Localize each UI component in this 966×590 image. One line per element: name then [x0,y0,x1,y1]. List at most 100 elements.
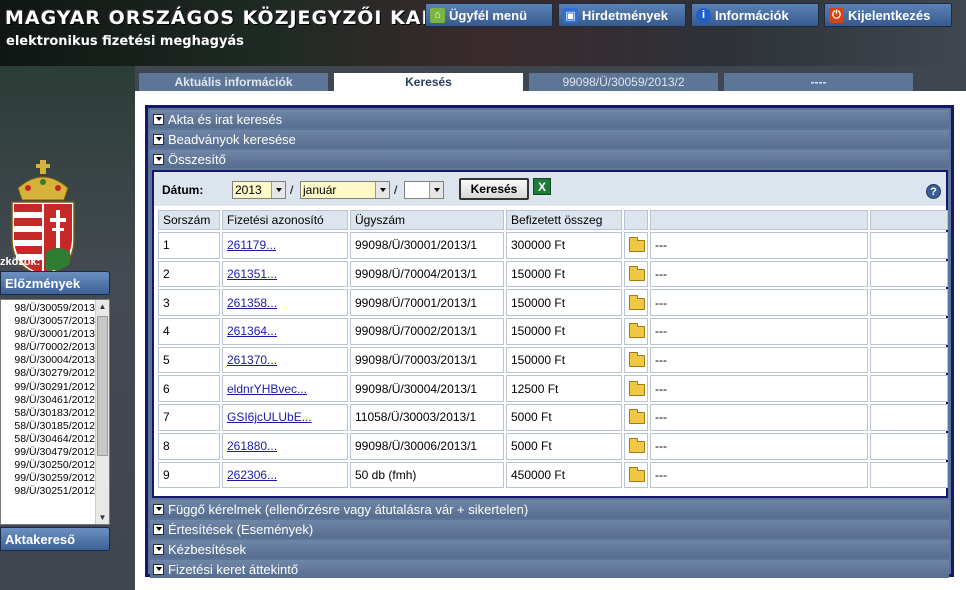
scroll-thumb[interactable] [97,316,108,456]
note-cell: --- [650,289,868,317]
case-number-cell: 99098/Ü/70001/2013/1 [350,289,504,317]
payment-id-cell: 261880... [222,432,348,460]
table-row: 3 261358... 99098/Ü/70001/2013/1 150000 Ft -… [158,289,948,317]
payment-id-link[interactable]: GSI6jcULUbE... [227,410,312,424]
year-value: 2013 [235,183,262,197]
year-select[interactable]: 2013 [232,181,286,199]
payment-id-link[interactable]: 262306... [227,468,277,482]
col-header-number: Sorszám [158,210,220,230]
tab-case-number[interactable]: 99098/Ü/30059/2013/2 [529,73,718,91]
folder-cell [624,289,648,317]
payment-id-cell: GSI6jcULUbE... [222,404,348,431]
history-item[interactable]: 98/Ü/30279/2012 [1,367,97,380]
folder-icon[interactable] [629,351,645,367]
month-select[interactable]: január [300,181,390,199]
table-row: 8 261880... 99098/Ü/30006/2013/1 5000 Ft --- [158,432,948,460]
folder-icon[interactable] [629,437,645,453]
history-item[interactable]: 99/Ü/30259/2012 [1,472,97,485]
history-item[interactable]: 99/Ü/30291/2012 [1,381,97,394]
empty-cell [870,346,948,374]
case-number-cell: 99098/Ü/30001/2013/1 [350,232,504,259]
case-finder-button[interactable]: Aktakereső [0,527,110,551]
table-row: 9 262306... 50 db (fmh) 450000 Ft --- [158,461,948,489]
history-item[interactable]: 98/Ü/30057/2013 [1,315,97,328]
main-content: Akta és irat keresés Beadványok keresése… [135,91,966,590]
payment-id-link[interactable]: 261880... [227,439,277,453]
tab-current-info[interactable]: Aktuális információk [139,73,328,91]
tab-search[interactable]: Keresés [334,73,523,91]
payment-id-link[interactable]: 261351... [227,267,277,281]
payment-id-link[interactable]: eldnrYHBvec... [227,382,307,396]
history-item[interactable]: 58/Ü/30464/2012 [1,433,97,446]
history-list[interactable]: 98/Ü/30059/2013 98/Ü/30057/2013 98/Ü/30001… [0,299,110,525]
accordion-summary[interactable]: Összesítő [150,150,949,168]
col-header-paid-amount: Befizetett összeg [506,210,622,230]
accordion-document-search[interactable]: Akta és irat keresés [150,110,949,128]
sidebar: zközök: Előzmények 98/Ü/30059/2013 98/Ü/3… [0,66,135,590]
row-number: 7 [158,404,220,431]
scroll-up-icon[interactable]: ▲ [96,300,109,313]
payments-table-wrap: Sorszám Fizetési azonosító Ügyszám Befiz… [156,208,948,490]
logout-button[interactable]: ⏻ Kijelentkezés [824,3,952,27]
header: MAGYAR ORSZÁGOS KÖZJEGYZŐI KAMARA elektr… [0,0,966,66]
history-item[interactable]: 98/Ü/30004/2013 [1,354,97,367]
history-item[interactable]: 98/Ü/30251/2012 [1,485,97,498]
logout-label: Kijelentkezés [848,7,931,23]
history-item[interactable]: 98/Ü/70002/2013 [1,341,97,354]
paid-amount-cell: 150000 Ft [506,346,622,374]
note-cell: --- [650,346,868,374]
payment-id-link[interactable]: 261370... [227,353,277,367]
information-button[interactable]: i Információk [691,3,819,27]
history-item[interactable]: 58/Ü/30185/2012 [1,420,97,433]
day-select[interactable] [404,181,444,199]
accordion-notifications[interactable]: Értesítések (Események) [150,520,949,538]
accordion-label: Fizetési keret áttekintő [168,561,299,577]
col-header-payment-id: Fizetési azonosító [222,210,348,230]
history-item[interactable]: 99/Ü/30479/2012 [1,446,97,459]
row-number: 1 [158,232,220,259]
folder-cell [624,232,648,259]
folder-cell [624,432,648,460]
case-number-cell: 99098/Ü/30004/2013/1 [350,375,504,403]
history-item[interactable]: 58/Ü/30183/2012 [1,407,97,420]
note-cell: --- [650,318,868,345]
history-scrollbar[interactable]: ▲ ▼ [95,300,109,524]
accordion-payment-limit[interactable]: Fizetési keret áttekintő [150,560,949,578]
folder-icon[interactable] [629,265,645,281]
expand-arrow-icon [153,113,164,125]
history-item[interactable]: 98/Ü/30461/2012 [1,394,97,407]
case-number-cell: 99098/Ü/70004/2013/1 [350,260,504,288]
folder-icon[interactable] [629,294,645,310]
tab-empty[interactable]: ---- [724,73,913,91]
announcements-label: Hirdetmények [582,7,668,23]
payment-id-link[interactable]: 261364... [227,324,277,338]
folder-icon[interactable] [629,466,645,482]
history-item[interactable]: 99/Ü/30250/2012 [1,459,97,472]
announcements-button[interactable]: ▣ Hirdetmények [558,3,686,27]
empty-cell [870,375,948,403]
case-number-cell: 50 db (fmh) [350,461,504,489]
help-icon[interactable]: ? [926,184,941,199]
accordion-deliveries[interactable]: Kézbesítések [150,540,949,558]
folder-icon[interactable] [629,380,645,396]
folder-icon[interactable] [629,323,645,339]
history-item[interactable]: 98/Ü/30001/2013 [1,328,97,341]
history-button[interactable]: Előzmények [0,271,110,295]
paid-amount-cell: 150000 Ft [506,289,622,317]
paid-amount-cell: 450000 Ft [506,461,622,489]
accordion-pending-requests[interactable]: Függő kérelmek (ellenőrzésre vagy átutal… [150,500,949,518]
date-filter-bar: Dátum: 2013 / január / Keresés X ? [154,172,946,206]
client-menu-button[interactable]: ⌂ Ügyfél menü [425,3,553,27]
expand-arrow-icon [153,503,164,515]
folder-icon[interactable] [629,409,645,425]
excel-export-icon[interactable]: X [533,178,551,195]
accordion-submissions-search[interactable]: Beadványok keresése [150,130,949,148]
date-separator: / [394,183,398,197]
search-button[interactable]: Keresés [459,178,529,200]
payment-id-link[interactable]: 261358... [227,296,277,310]
payment-id-link[interactable]: 261179... [227,238,276,252]
folder-icon[interactable] [629,237,645,253]
scroll-down-icon[interactable]: ▼ [96,511,109,524]
note-cell: --- [650,375,868,403]
history-item[interactable]: 98/Ü/30059/2013 [1,302,97,315]
